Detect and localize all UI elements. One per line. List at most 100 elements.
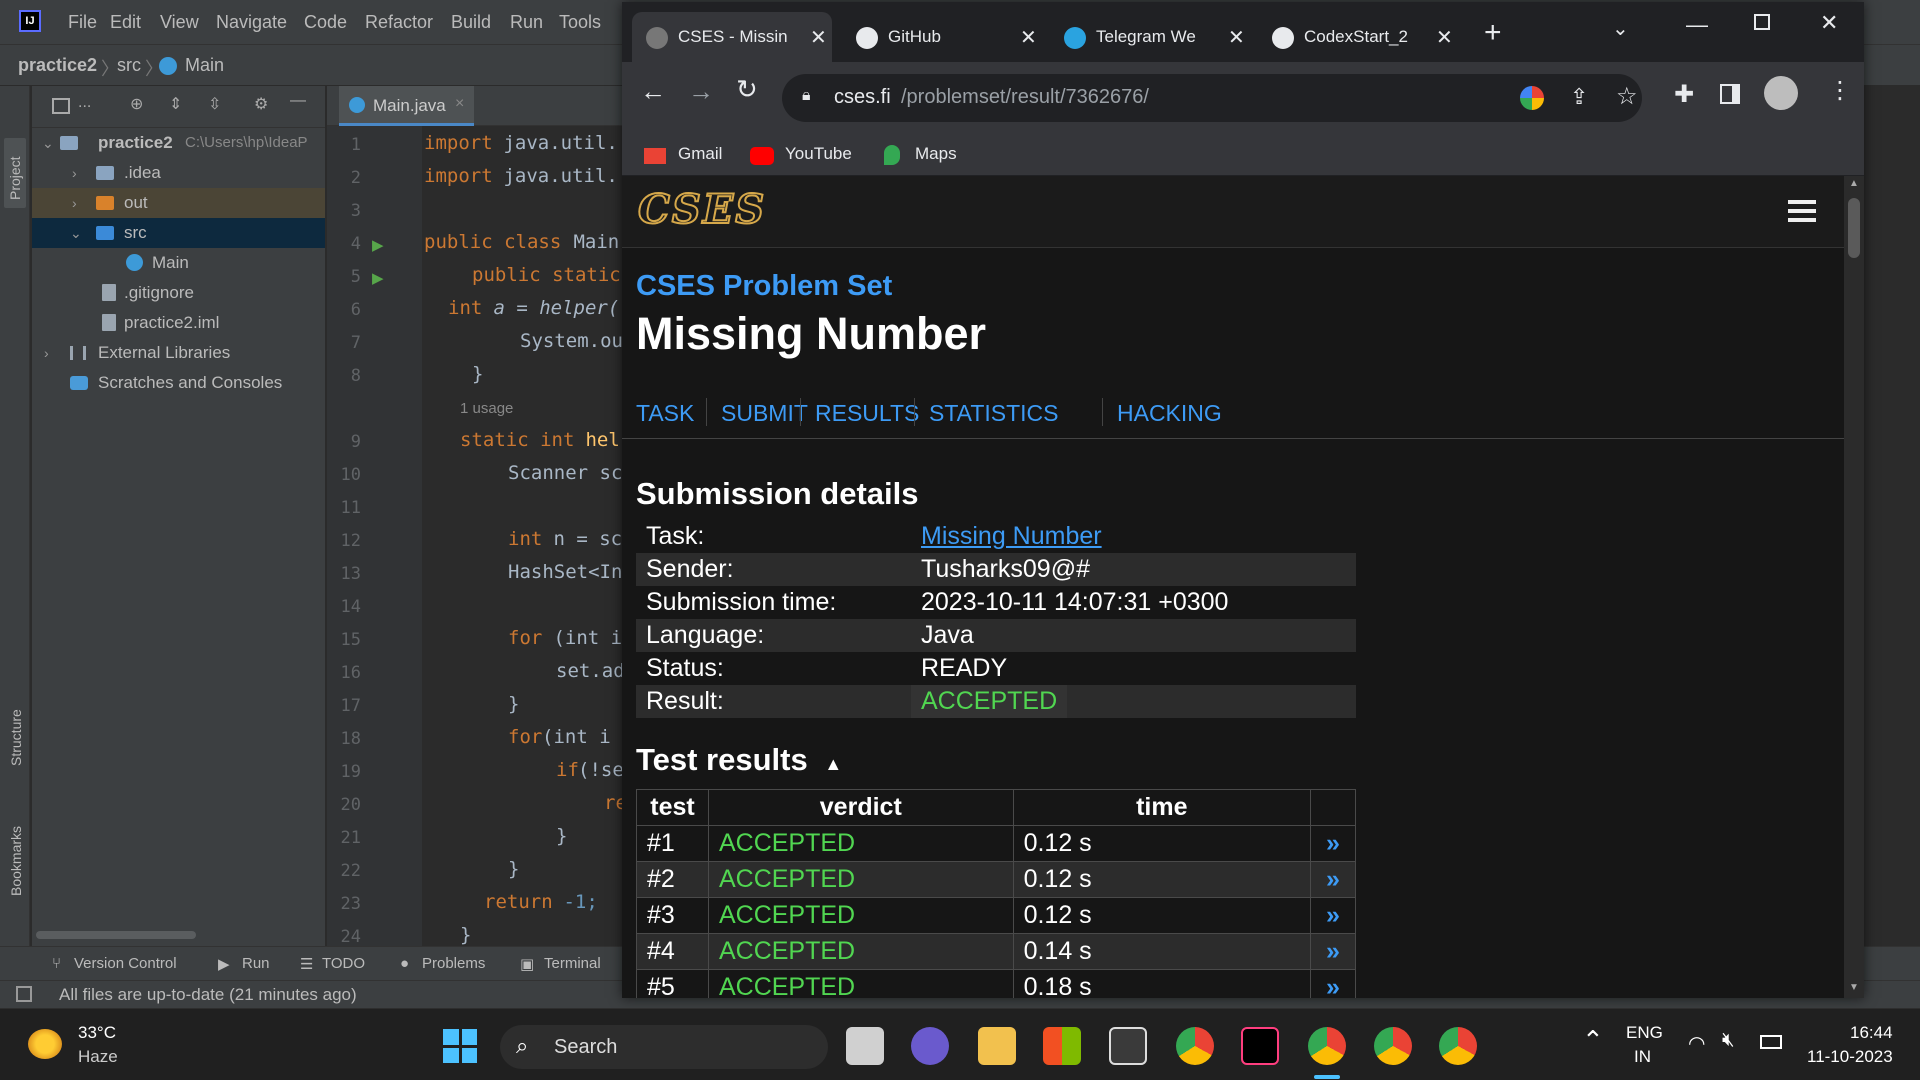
tree-item-idea[interactable]: › .idea <box>32 158 325 188</box>
tree-item-iml[interactable]: practice2.iml <box>32 308 325 338</box>
tab-run[interactable]: Run <box>242 955 270 972</box>
nav-submit[interactable]: SUBMIT <box>721 400 808 427</box>
bookmarks-tool-label[interactable]: Bookmarks <box>8 826 24 896</box>
usage-hint[interactable]: 1 usage <box>460 400 513 417</box>
profile-avatar[interactable] <box>1764 76 1798 110</box>
nav-task[interactable]: TASK <box>636 400 694 427</box>
browser-tab[interactable]: CSES - Missin ✕ <box>632 12 832 62</box>
chrome-icon[interactable] <box>1176 1027 1214 1065</box>
microsoft-store-icon[interactable] <box>1043 1027 1081 1065</box>
details-arrow-icon[interactable]: » <box>1309 861 1357 898</box>
chrome-menu-icon[interactable]: ⋮ <box>1828 76 1852 105</box>
task-view-icon[interactable] <box>846 1027 884 1065</box>
hide-icon[interactable]: — <box>290 92 306 110</box>
menu-tools[interactable]: Tools <box>559 12 601 33</box>
close-icon[interactable]: × <box>455 95 464 113</box>
details-arrow-icon[interactable]: » <box>1309 825 1357 862</box>
battery-icon[interactable] <box>1760 1035 1782 1049</box>
horizontal-scrollbar[interactable] <box>36 931 196 939</box>
tab-version-control[interactable]: Version Control <box>74 955 177 972</box>
minimize-icon[interactable]: — <box>1686 12 1708 38</box>
wifi-icon[interactable]: ◠ <box>1688 1031 1705 1056</box>
file-explorer-icon[interactable] <box>978 1027 1016 1065</box>
section-title[interactable]: CSES Problem Set <box>636 270 892 303</box>
clock-time[interactable]: 16:44 <box>1850 1023 1893 1043</box>
menu-edit[interactable]: Edit <box>110 12 141 33</box>
run-gutter-icon[interactable]: ▶ <box>372 269 384 287</box>
menu-code[interactable]: Code <box>304 12 347 33</box>
tab-todo[interactable]: TODO <box>322 955 365 972</box>
chevron-up-icon[interactable]: ⌃ <box>1582 1025 1604 1056</box>
unity-icon[interactable] <box>1109 1027 1147 1065</box>
tree-item-gitignore[interactable]: .gitignore <box>32 278 325 308</box>
chrome-icon[interactable] <box>1439 1027 1477 1065</box>
task-link[interactable]: Missing Number <box>921 520 1102 553</box>
layout-icon[interactable] <box>16 986 32 1002</box>
breadcrumb-project[interactable]: practice2 <box>18 55 97 76</box>
breadcrumb-src[interactable]: src <box>117 55 141 76</box>
chrome-icon[interactable] <box>1374 1027 1412 1065</box>
intellij-icon[interactable] <box>1241 1027 1279 1065</box>
reload-icon[interactable]: ↻ <box>736 74 758 105</box>
tree-item-root[interactable]: ⌄ practice2 C:\Users\hp\IdeaP <box>32 128 325 158</box>
tree-item-external-libraries[interactable]: › External Libraries <box>32 338 325 368</box>
maximize-icon[interactable] <box>1754 14 1770 30</box>
tree-item-scratches[interactable]: Scratches and Consoles <box>32 368 325 398</box>
clock-date[interactable]: 11-10-2023 <box>1807 1047 1893 1067</box>
collapse-all-icon[interactable]: ⇳ <box>208 94 221 114</box>
close-icon[interactable]: ✕ <box>1020 25 1037 50</box>
side-panel-icon[interactable] <box>1720 84 1740 104</box>
tree-item-src[interactable]: ⌄ src <box>32 218 325 248</box>
tab-problems[interactable]: Problems <box>422 955 485 972</box>
code-editor[interactable]: import java.util. import java.util. publ… <box>422 126 622 946</box>
nav-statistics[interactable]: STATISTICS <box>929 400 1059 427</box>
mute-icon[interactable]: 🔇︎ <box>1722 1029 1735 1052</box>
structure-tool-label[interactable]: Structure <box>8 709 24 766</box>
bookmark-star-icon[interactable]: ☆ <box>1616 82 1638 111</box>
weather-icon[interactable] <box>28 1029 62 1059</box>
window-close-icon[interactable]: ✕ <box>1820 10 1838 36</box>
cses-logo[interactable]: CSES <box>637 185 766 234</box>
nav-hacking[interactable]: HACKING <box>1117 400 1222 427</box>
teams-chat-icon[interactable] <box>911 1027 949 1065</box>
chrome-icon[interactable] <box>1308 1027 1346 1065</box>
tab-terminal[interactable]: Terminal <box>544 955 601 972</box>
close-icon[interactable]: ✕ <box>1228 25 1245 50</box>
forward-icon[interactable]: → <box>688 76 714 107</box>
tab-main-java[interactable]: Main.java × <box>339 86 474 126</box>
project-tool-button[interactable]: Project <box>4 138 26 208</box>
menu-run[interactable]: Run <box>510 12 543 33</box>
locate-icon[interactable]: ⊕ <box>130 94 143 114</box>
taskbar-search[interactable]: ⌕ Search <box>500 1025 828 1069</box>
test-results-heading[interactable]: Test results ▲ <box>636 742 842 778</box>
input-region[interactable]: IN <box>1634 1047 1651 1067</box>
windows-start-icon[interactable] <box>441 1027 479 1065</box>
project-view-dropdown[interactable]: ... <box>78 94 91 112</box>
back-icon[interactable]: ← <box>640 76 666 107</box>
details-arrow-icon[interactable]: » <box>1309 897 1357 934</box>
breadcrumb-main[interactable]: Main <box>185 55 224 76</box>
nav-results[interactable]: RESULTS <box>815 400 919 427</box>
menu-build[interactable]: Build <box>451 12 491 33</box>
browser-tab[interactable]: GitHub ✕ <box>842 12 1042 62</box>
browser-tab[interactable]: Telegram We ✕ <box>1050 12 1250 62</box>
share-icon[interactable]: ⇪ <box>1570 84 1588 110</box>
weather-condition[interactable]: Haze <box>78 1047 118 1067</box>
input-language[interactable]: ENG <box>1626 1023 1663 1043</box>
tree-item-out[interactable]: › out <box>32 188 325 218</box>
bookmark-youtube[interactable]: YouTube <box>785 144 852 164</box>
project-view-icon[interactable] <box>52 98 70 114</box>
lock-icon[interactable]: 🔒︎ <box>802 87 811 105</box>
address-bar[interactable]: 🔒︎ cses.fi /problemset/result/7362676/ ⇪… <box>782 74 1642 122</box>
tree-item-main[interactable]: Main <box>32 248 325 278</box>
chevron-down-icon[interactable]: ⌄ <box>1612 16 1629 41</box>
run-gutter-icon[interactable]: ▶ <box>372 236 384 254</box>
extensions-icon[interactable]: ✚ <box>1674 80 1694 109</box>
scroll-down-icon[interactable]: ▼ <box>1849 982 1859 993</box>
google-lens-icon[interactable] <box>1520 86 1544 110</box>
hamburger-menu-icon[interactable] <box>1788 200 1816 222</box>
menu-refactor[interactable]: Refactor <box>365 12 433 33</box>
details-arrow-icon[interactable]: » <box>1309 969 1357 998</box>
bookmark-gmail[interactable]: Gmail <box>678 144 722 164</box>
weather-temp[interactable]: 33°C <box>78 1023 116 1043</box>
